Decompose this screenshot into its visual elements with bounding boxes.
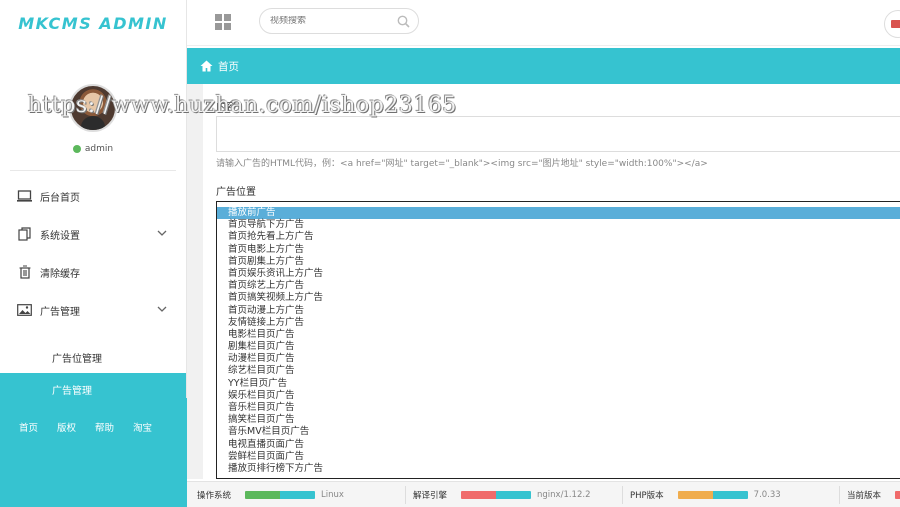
- search-icon[interactable]: [397, 15, 410, 28]
- top-bar: [187, 0, 900, 46]
- sidebar-item-dashboard[interactable]: 后台首页: [0, 177, 186, 215]
- sidebar-item-system-settings[interactable]: 系统设置: [0, 215, 186, 253]
- footer-link-home[interactable]: 首页: [19, 420, 38, 434]
- status-separator: [622, 486, 623, 504]
- status-label: 解译引擎: [413, 491, 448, 501]
- ad-position-option[interactable]: 搞笑栏目页广告: [217, 414, 900, 426]
- footer-link-taobao[interactable]: 淘宝: [133, 420, 152, 434]
- ad-position-option[interactable]: 电影栏目页广告: [217, 329, 900, 341]
- search-input[interactable]: [270, 16, 390, 26]
- status-bar: 操作系统 Linux 解译引擎 nginx/1.12.2 PHP版本 7.0.33 当前版本: [187, 481, 900, 507]
- ad-position-option[interactable]: 播放前广告: [217, 207, 900, 220]
- sidebar: MKCMS ADMIN admin 后台首页 系统设置 清除缓存 广告管理 广告…: [0, 0, 187, 507]
- ad-position-option[interactable]: 友情链接上方广告: [217, 317, 900, 329]
- sidebar-item-clear-cache[interactable]: 清除缓存: [0, 253, 186, 291]
- status-meter: [677, 491, 748, 499]
- ad-position-option[interactable]: 剧集栏目页广告: [217, 341, 900, 353]
- ad-position-option[interactable]: 动漫栏目页广告: [217, 353, 900, 365]
- position-label: 广告位置: [216, 187, 256, 198]
- ad-position-option[interactable]: 电视直播页面广告: [217, 439, 900, 451]
- watermark-text: https://www.huzhan.com/ishop23165: [28, 93, 457, 118]
- ad-position-option[interactable]: 首页电影上方广告: [217, 244, 900, 256]
- sidebar-item-label: 清除缓存: [40, 268, 80, 280]
- sidebar-item-label: 广告管理: [40, 306, 80, 318]
- status-label: 当前版本: [847, 491, 882, 501]
- ad-position-option[interactable]: 首页动漫上方广告: [217, 305, 900, 317]
- brand-logo[interactable]: MKCMS ADMIN: [0, 0, 186, 46]
- content-gutter: [187, 84, 203, 479]
- submenu-spacer: [0, 329, 186, 341]
- mail-icon: [891, 20, 900, 28]
- content-textarea[interactable]: [216, 116, 900, 152]
- ad-position-option[interactable]: 综艺栏目页广告: [217, 365, 900, 377]
- sidebar-subitem-ad-positions[interactable]: 广告位管理: [0, 341, 186, 373]
- status-item: 操作系统 Linux: [197, 482, 344, 507]
- sidebar-menu: 后台首页 系统设置 清除缓存 广告管理 广告位管理 广告管理: [0, 177, 186, 405]
- status-label: PHP版本: [630, 491, 664, 501]
- status-meter: [895, 491, 900, 499]
- ad-position-option[interactable]: 尝鲜栏目页面广告: [217, 451, 900, 463]
- copy-icon: [17, 227, 32, 241]
- breadcrumb-label[interactable]: 首页: [218, 59, 239, 74]
- ad-position-option[interactable]: 首页导航下方广告: [217, 219, 900, 231]
- grid-menu-icon[interactable]: [215, 14, 231, 30]
- ad-position-option[interactable]: 音乐栏目页广告: [217, 402, 900, 414]
- chevron-down-icon: [157, 230, 167, 236]
- footer-link-help[interactable]: 帮助: [95, 420, 114, 434]
- status-item: 当前版本: [847, 482, 900, 507]
- image-icon: [17, 303, 32, 317]
- ad-position-option[interactable]: YY栏目页广告: [217, 378, 900, 390]
- search-box: [259, 8, 419, 34]
- status-meter: [245, 491, 316, 499]
- status-meter: [461, 491, 532, 499]
- ad-position-option[interactable]: 首页剧集上方广告: [217, 256, 900, 268]
- sidebar-divider: [10, 170, 176, 171]
- sidebar-item-ad-management[interactable]: 广告管理: [0, 291, 186, 329]
- mail-button[interactable]: [884, 10, 900, 38]
- status-value: nginx/1.12.2: [537, 490, 591, 500]
- ad-position-option[interactable]: 首页综艺上方广告: [217, 280, 900, 292]
- sidebar-footer: 首页 版权 帮助 淘宝: [0, 398, 187, 507]
- status-value: 7.0.33: [753, 490, 781, 500]
- status-value: Linux: [321, 490, 344, 500]
- status-separator: [405, 486, 406, 504]
- ad-position-listbox[interactable]: 播放前广告 首页导航下方广告 首页抢先看上方广告 首页电影上方广告 首页剧集上方广告 首页…: [216, 201, 900, 479]
- breadcrumb: 首页: [187, 48, 900, 84]
- sidebar-item-label: 系统设置: [40, 230, 80, 242]
- ad-position-option[interactable]: 娱乐栏目页广告: [217, 390, 900, 402]
- footer-link-copyright[interactable]: 版权: [57, 420, 76, 434]
- status-item: PHP版本 7.0.33: [630, 482, 781, 507]
- status-item: 解译引擎 nginx/1.12.2: [413, 482, 590, 507]
- ad-position-option[interactable]: 首页搞笑视频上方广告: [217, 292, 900, 304]
- online-status-icon: [72, 145, 81, 153]
- ad-position-option[interactable]: 播放页排行榜下方广告: [217, 463, 900, 475]
- home-icon: [200, 60, 213, 72]
- username: admin: [84, 144, 114, 154]
- status-separator: [839, 486, 840, 504]
- sidebar-item-label: 后台首页: [40, 192, 80, 204]
- ad-edit-form: 内容 请输入广告的HTML代码，例：<a href="网址" target="_…: [203, 84, 900, 479]
- monitor-icon: [17, 189, 32, 203]
- trash-icon: [17, 265, 32, 279]
- ad-position-option[interactable]: 首页娱乐资讯上方广告: [217, 268, 900, 280]
- ad-position-option[interactable]: 音乐MV栏目页广告: [217, 426, 900, 438]
- user-status: admin: [72, 144, 114, 154]
- chevron-down-icon: [157, 306, 167, 312]
- status-label: 操作系统: [197, 491, 232, 501]
- ad-position-option[interactable]: 首页抢先看上方广告: [217, 231, 900, 243]
- content-help-text: 请输入广告的HTML代码，例：<a href="网址" target="_bla…: [216, 159, 708, 169]
